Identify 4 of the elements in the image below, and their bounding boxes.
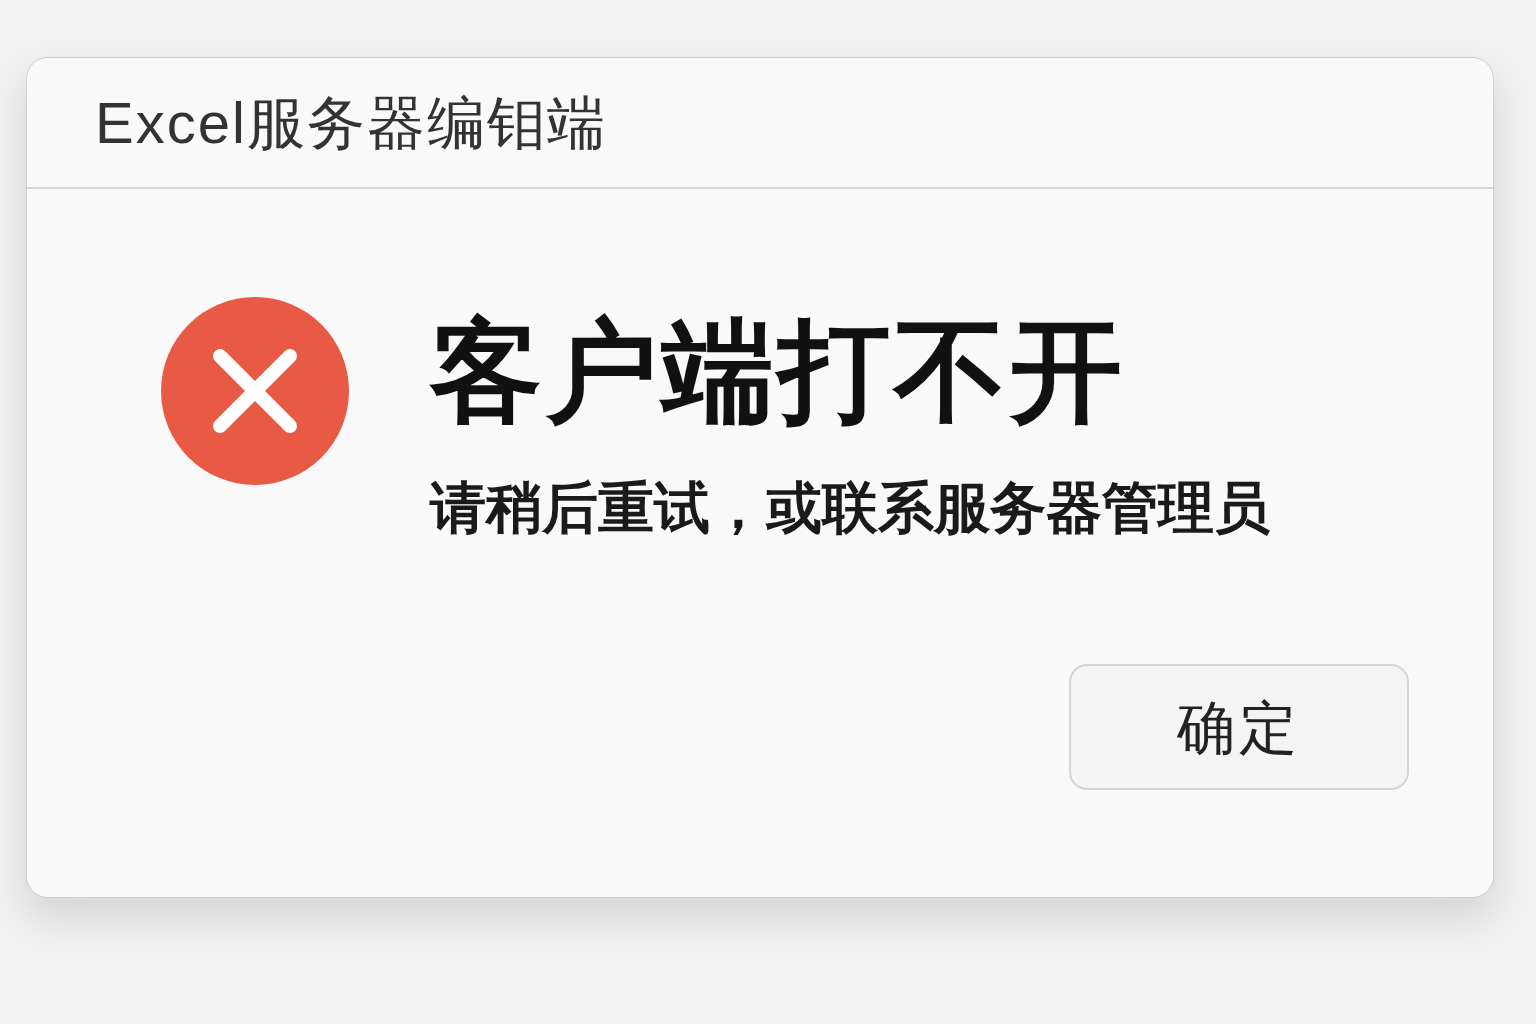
- window-title: Excel服务器编钼端: [95, 89, 607, 157]
- error-icon: [160, 296, 350, 486]
- error-detail: 请稍后重试，或联系服务器管理员: [430, 480, 1270, 536]
- ok-button[interactable]: 确定: [1069, 664, 1409, 790]
